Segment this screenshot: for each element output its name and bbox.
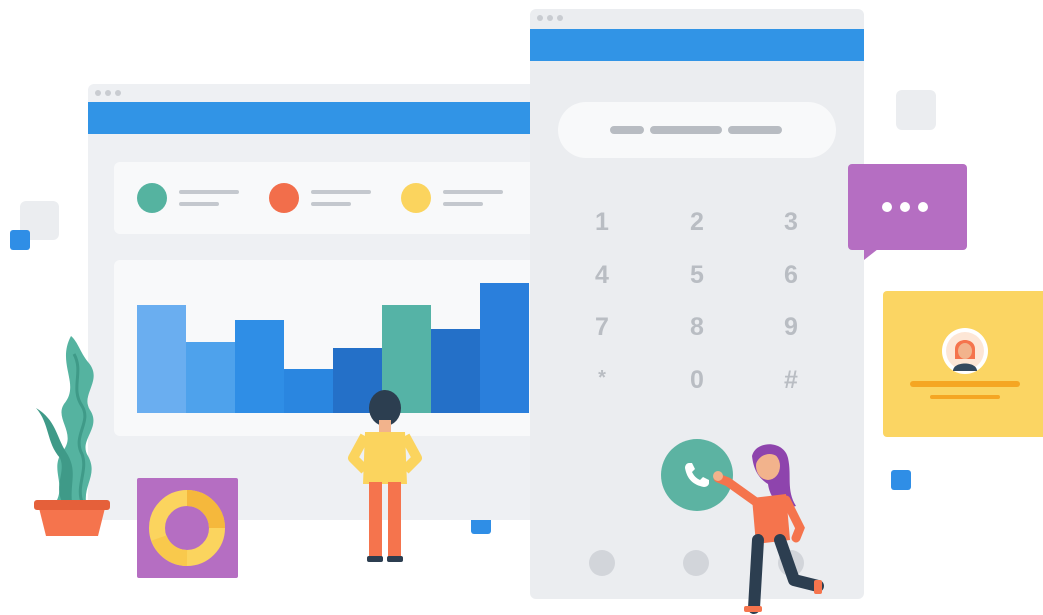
stat-line — [311, 190, 371, 194]
window-dot — [95, 90, 101, 96]
key-8[interactable]: 8 — [677, 313, 717, 342]
window-dot — [537, 15, 543, 21]
key-9[interactable]: 9 — [771, 313, 811, 342]
key-6[interactable]: 6 — [771, 261, 811, 290]
contact-detail-line — [930, 395, 1000, 399]
avatar-icon — [942, 328, 988, 374]
stat-line — [443, 190, 503, 194]
window-dot — [105, 90, 111, 96]
contact-card — [883, 291, 1043, 437]
decor-square-blue — [891, 470, 911, 490]
decor-square-blue — [10, 230, 30, 250]
donut-card — [137, 478, 238, 578]
number-display — [558, 102, 836, 158]
display-dash — [728, 126, 782, 134]
window-titlebar — [88, 84, 558, 102]
display-dash — [610, 126, 644, 134]
key-hash[interactable]: # — [771, 366, 811, 395]
chat-bubble-tail — [864, 249, 878, 260]
stat-line — [311, 202, 351, 206]
donut-chart-graphic — [149, 490, 225, 566]
chat-bubble — [848, 164, 967, 250]
chart-bar — [235, 320, 284, 413]
window-titlebar — [530, 9, 864, 29]
dialer-bottom-button[interactable] — [589, 550, 615, 576]
plant-illustration — [34, 336, 110, 536]
window-header-bar — [530, 29, 864, 61]
display-dash — [650, 126, 722, 134]
man-figure — [348, 390, 422, 562]
key-1[interactable]: 1 — [582, 208, 622, 237]
stat-line — [443, 202, 483, 206]
window-dot — [115, 90, 121, 96]
stat-indicator-orange — [269, 183, 299, 213]
key-5[interactable]: 5 — [677, 261, 717, 290]
window-dot — [557, 15, 563, 21]
woman-figure — [713, 444, 824, 614]
chart-bar — [480, 283, 529, 413]
window-header-bar — [88, 102, 558, 134]
key-7[interactable]: 7 — [582, 313, 622, 342]
stats-card — [114, 162, 558, 234]
chart-bar — [186, 342, 235, 413]
stat-indicator-yellow — [401, 183, 431, 213]
contact-name-line — [910, 381, 1020, 387]
key-4[interactable]: 4 — [582, 261, 622, 290]
key-star[interactable]: * — [582, 367, 622, 390]
chart-bar — [284, 369, 333, 413]
stat-line — [179, 202, 219, 206]
dialer-bottom-button[interactable] — [683, 550, 709, 576]
key-3[interactable]: 3 — [771, 208, 811, 237]
stat-line — [179, 190, 239, 194]
key-0[interactable]: 0 — [677, 366, 717, 395]
chart-card — [114, 260, 558, 436]
key-2[interactable]: 2 — [677, 208, 717, 237]
window-dot — [547, 15, 553, 21]
stat-indicator-teal — [137, 183, 167, 213]
chart-bar — [431, 329, 480, 413]
chart-bar — [137, 305, 186, 413]
decor-square — [896, 90, 936, 130]
ellipsis-icon — [882, 202, 928, 212]
bar-chart-graphic — [137, 283, 529, 413]
